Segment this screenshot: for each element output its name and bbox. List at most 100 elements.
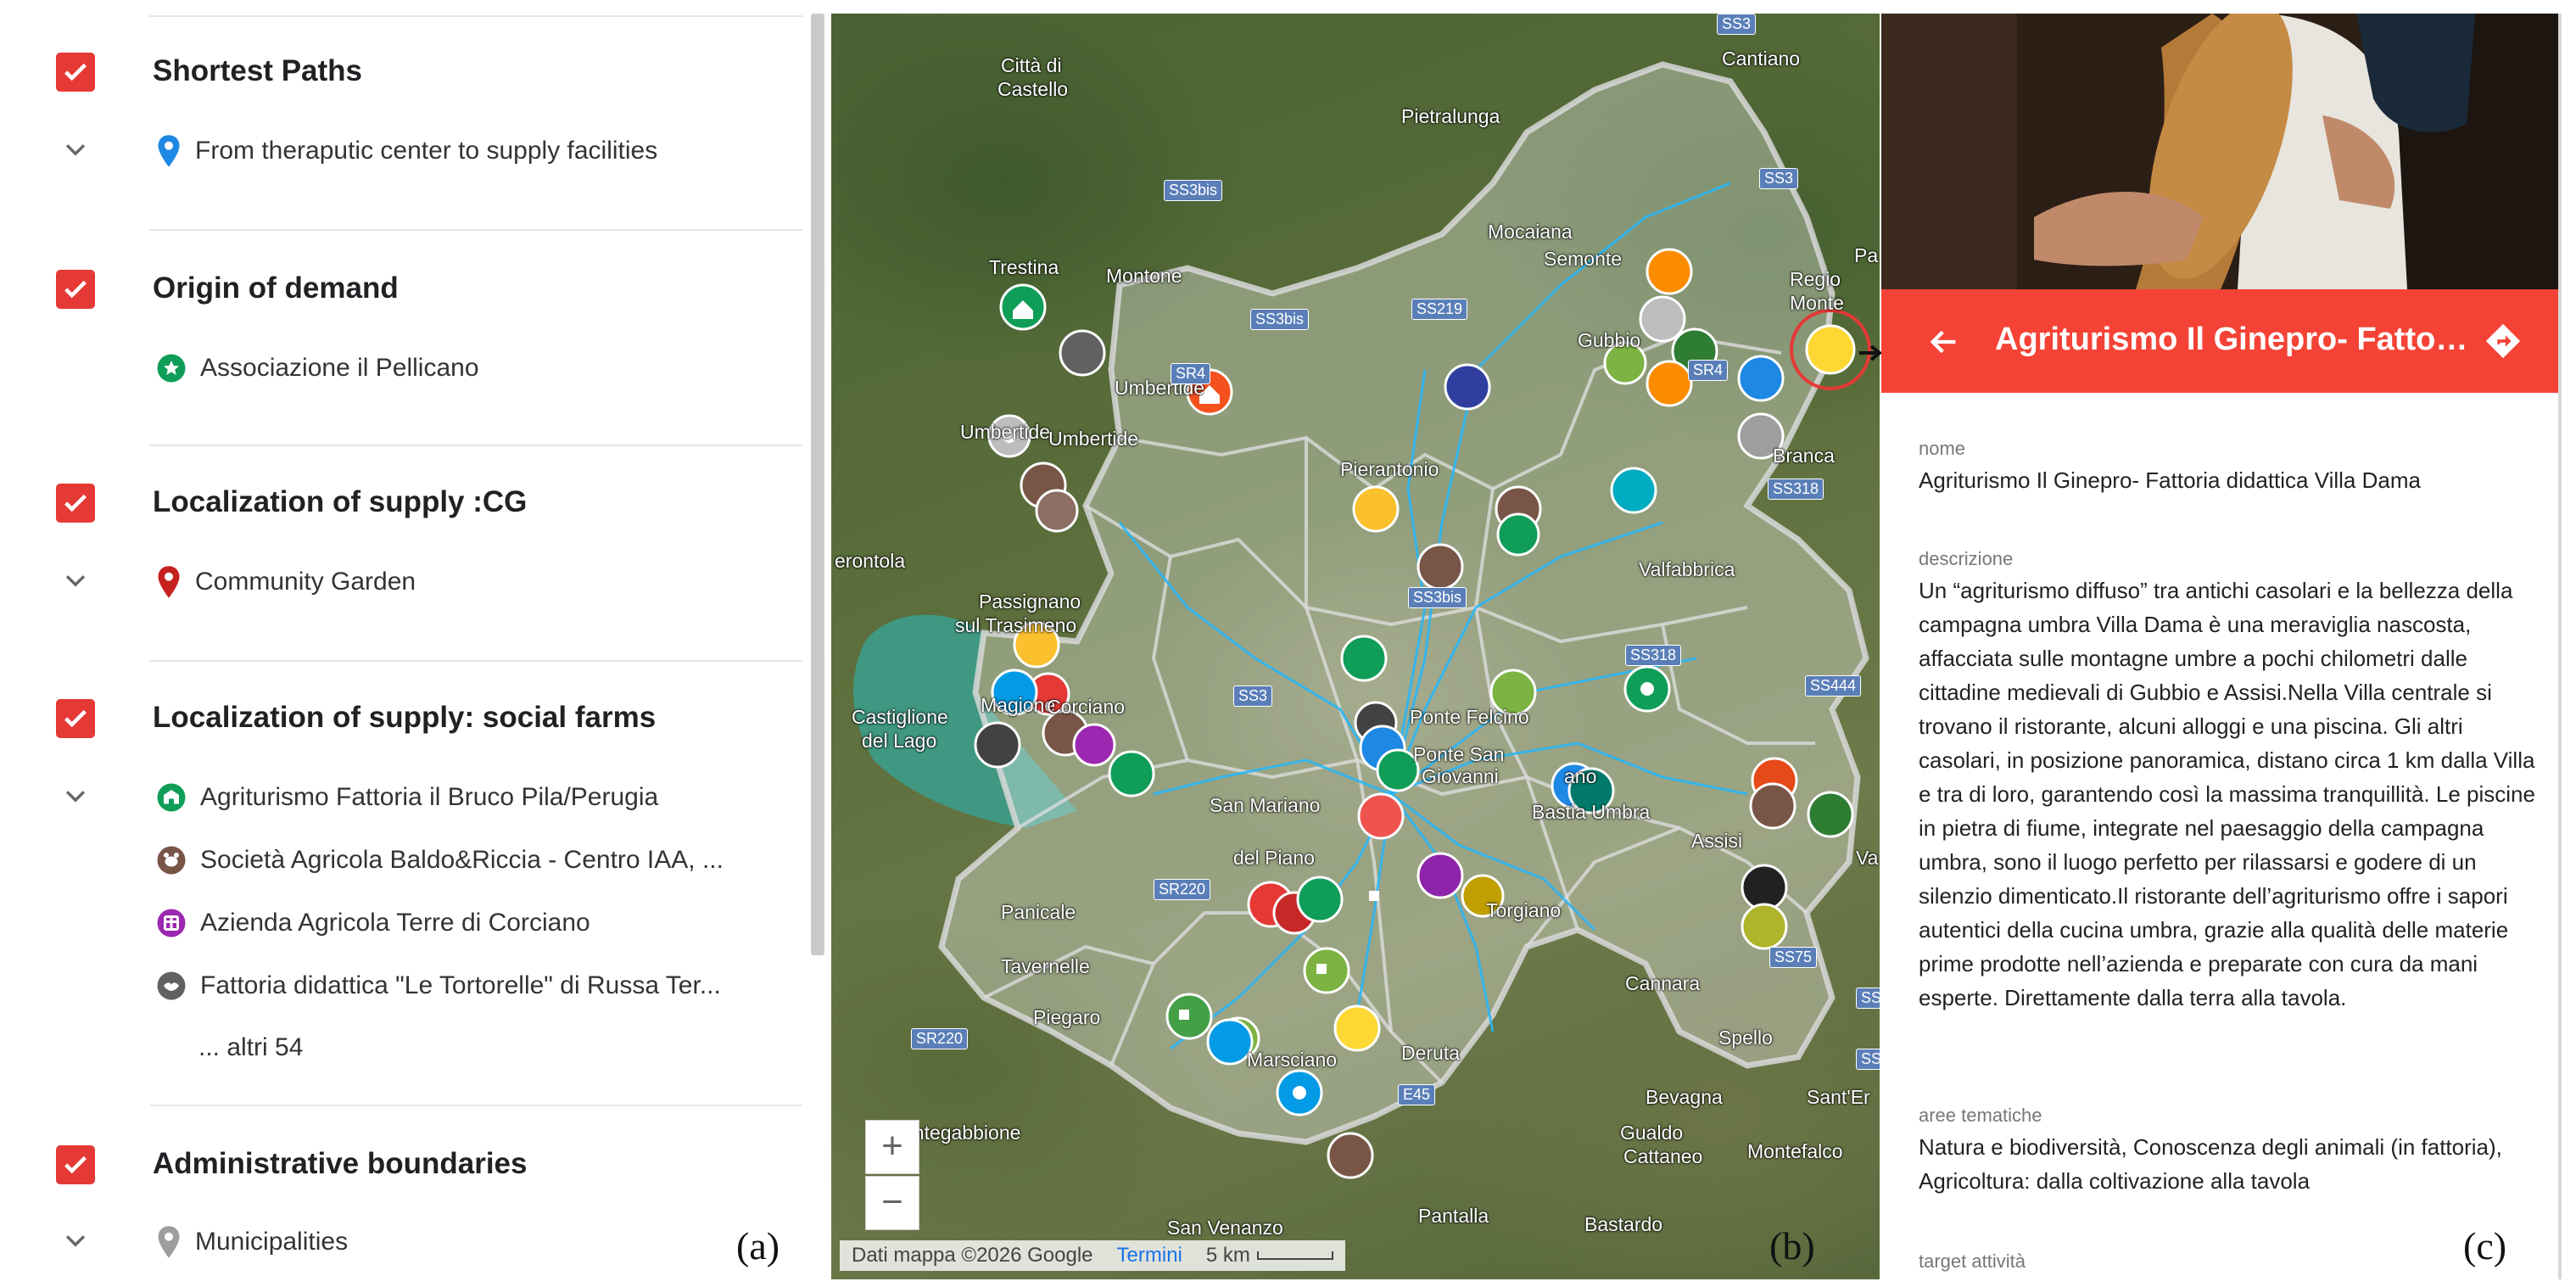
place-label: Semonte xyxy=(1544,248,1623,270)
pin-icon xyxy=(158,1226,180,1258)
place-label: Bastia Umbra xyxy=(1532,801,1651,823)
chevron-down-icon[interactable] xyxy=(61,567,90,596)
place-label: Città di xyxy=(1001,54,1062,76)
layer-item[interactable]: Azienda Agricola Terre di Corciano xyxy=(156,904,590,942)
layer-checkbox-localization-cg[interactable] xyxy=(56,484,95,523)
place-label: Passignano xyxy=(979,590,1081,613)
place-label: Sant'Er xyxy=(1807,1086,1870,1108)
road-shield: SS3bis xyxy=(1408,587,1467,608)
divider xyxy=(149,229,802,231)
info-header: Agriturismo Il Ginepro- Fattoria didatti… xyxy=(1881,289,2560,393)
layer-item-label: Associazione il Pellicano xyxy=(200,354,479,382)
road-shield: SS318 xyxy=(1768,478,1824,500)
back-arrow-icon[interactable] xyxy=(1927,325,1961,359)
layer-item[interactable]: Società Agricola Baldo&Riccia - Centro I… xyxy=(156,842,724,879)
layers-panel: Shortest Paths From theraputic center to… xyxy=(0,0,824,1287)
place-label: del Lago xyxy=(862,730,937,752)
layer-title: Localization of supply :CG xyxy=(153,485,528,518)
layer-item[interactable]: Associazione il Pellicano xyxy=(156,350,479,387)
layer-item[interactable]: Municipalities xyxy=(156,1223,348,1261)
field-value-nome: Agriturismo Il Ginepro- Fattoria didatti… xyxy=(1919,467,2421,493)
directions-icon[interactable] xyxy=(2484,322,2523,361)
place-label: Tavernelle xyxy=(1001,955,1090,977)
road-shield: SS75 xyxy=(1769,947,1818,968)
layer-title: Origin of demand xyxy=(153,271,399,305)
terms-link[interactable]: Termini xyxy=(1117,1244,1182,1267)
place-label: Castello xyxy=(997,78,1069,100)
zoom-out-button[interactable]: − xyxy=(865,1176,919,1230)
map-view[interactable]: Città di Castello Pietralunga Cantiano M… xyxy=(831,14,1880,1279)
place-label: Deruta xyxy=(1401,1042,1461,1064)
layer-item-label: Municipalities xyxy=(195,1228,349,1256)
road-shield: SS3 xyxy=(1759,168,1799,189)
road-shield: SS3 xyxy=(1856,1049,1880,1070)
layer-item-label: Società Agricola Baldo&Riccia - Centro I… xyxy=(200,846,724,874)
place-label: Bevagna xyxy=(1646,1086,1723,1108)
place-label: Gualdo xyxy=(1620,1122,1684,1144)
info-panel: Agriturismo Il Ginepro- Fattoria didatti… xyxy=(1881,14,2560,1279)
bird-icon xyxy=(157,971,186,1000)
place-label: Pa xyxy=(1854,244,1879,266)
figure-label-c: (c) xyxy=(2463,1224,2507,1267)
scale-label: 5 km xyxy=(1205,1244,1250,1267)
field-label-descrizione: descrizione xyxy=(1919,548,2014,569)
layer-checkbox-administrative[interactable] xyxy=(56,1145,95,1184)
place-label: Castiglione xyxy=(852,706,948,728)
place-label: San Venanzo xyxy=(1167,1217,1283,1239)
layer-title: Localization of supply: social farms xyxy=(153,701,657,734)
road-shield: SR220 xyxy=(1154,879,1211,900)
place-label: Gubbio xyxy=(1578,329,1641,351)
place-label: Cattaneo xyxy=(1623,1145,1703,1167)
place-label: Panicale xyxy=(1001,901,1076,923)
field-label-nome: nome xyxy=(1919,438,1966,459)
road-shield: SS3bis xyxy=(1250,309,1310,330)
place-label: Branca xyxy=(1773,445,1835,467)
attribution-text: Dati mappa ©2026 Google xyxy=(852,1244,1093,1267)
scrollbar[interactable] xyxy=(2558,14,2562,1279)
figure-label-a: (a) xyxy=(736,1224,780,1267)
divider xyxy=(149,445,802,446)
check-icon xyxy=(64,1156,87,1174)
divider xyxy=(149,15,802,17)
chevron-down-icon[interactable] xyxy=(61,782,90,811)
place-label: Montefalco xyxy=(1747,1140,1843,1162)
road-shield: SS3 xyxy=(1717,14,1757,35)
chevron-down-icon[interactable] xyxy=(61,136,90,165)
pin-icon xyxy=(158,566,180,598)
layer-item[interactable]: Community Garden xyxy=(156,563,416,601)
place-label: Montone xyxy=(1106,265,1182,287)
place-label: Marsciano xyxy=(1247,1049,1338,1071)
road-shield: SS3 xyxy=(1233,685,1273,707)
grape-icon xyxy=(157,909,186,937)
more-items-link[interactable]: ... altri 54 xyxy=(198,1033,303,1062)
layer-item-label: Agriturismo Fattoria il Bruco Pila/Perug… xyxy=(200,783,659,811)
place-label: erontola xyxy=(835,550,906,572)
figure-label-b: (b) xyxy=(1769,1224,1815,1267)
scrollbar[interactable] xyxy=(811,14,824,955)
layer-item[interactable]: From theraputic center to supply facilit… xyxy=(156,132,657,170)
place-label: ano xyxy=(1564,765,1597,787)
layer-checkbox-origin-of-demand[interactable] xyxy=(56,270,95,309)
layer-checkbox-shortest-paths[interactable] xyxy=(56,53,95,92)
layer-checkbox-social-farms[interactable] xyxy=(56,699,95,738)
layer-item[interactable]: Agriturismo Fattoria il Bruco Pila/Perug… xyxy=(156,779,658,816)
road-shield: SS3 xyxy=(1856,988,1880,1009)
place-label: Piegaro xyxy=(1033,1006,1101,1028)
field-label-target: target attività xyxy=(1919,1251,2026,1272)
place-label: Spello xyxy=(1718,1027,1773,1049)
place-label: Ponte San xyxy=(1413,743,1505,765)
pin-icon xyxy=(158,135,180,167)
scale-bar xyxy=(1256,1251,1333,1260)
chevron-down-icon[interactable] xyxy=(61,1227,90,1256)
place-label: Giovanni xyxy=(1422,765,1499,787)
layer-item[interactable]: Fattoria didattica "Le Tortorelle" di Ru… xyxy=(156,967,721,1004)
road-shield: SR4 xyxy=(1688,360,1729,381)
zoom-in-button[interactable]: + xyxy=(865,1120,919,1174)
place-label: Regio xyxy=(1790,268,1841,290)
place-label: Corciano xyxy=(1047,696,1126,718)
map-attribution: Dati mappa ©2026 Google Termini 5 km xyxy=(840,1240,1345,1271)
layer-title: Shortest Paths xyxy=(153,54,362,87)
place-label: Cannara xyxy=(1625,972,1701,994)
road-shield: SS444 xyxy=(1805,675,1862,697)
layer-item-label: Community Garden xyxy=(195,568,416,596)
